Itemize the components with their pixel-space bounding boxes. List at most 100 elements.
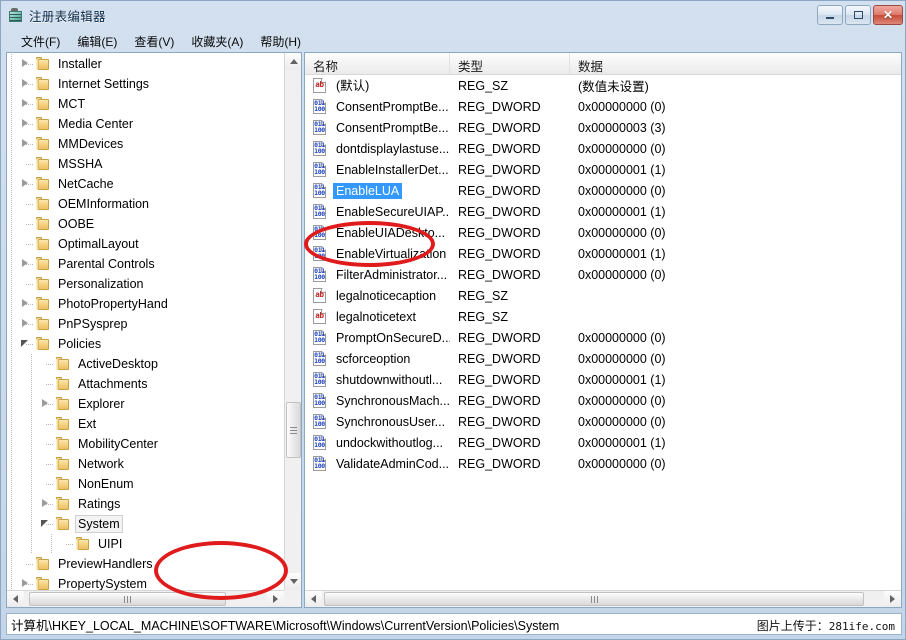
table-row[interactable]: 011100EnableVirtualizationREG_DWORD0x000… [305,243,901,264]
menu-edit[interactable]: 编辑(E) [69,31,126,52]
tree-item-personalization[interactable]: Personalization [7,274,284,294]
folder-icon [54,516,71,532]
tree-scroll-down-button[interactable] [285,573,302,590]
table-row[interactable]: ab(默认)REG_SZ(数值未设置) [305,75,901,96]
table-row[interactable]: ablegalnoticecaptionREG_SZ [305,285,901,306]
table-row[interactable]: ablegalnoticetextREG_SZ [305,306,901,327]
tree-item-label: Policies [55,336,104,352]
table-row[interactable]: 011100SynchronousMach...REG_DWORD0x00000… [305,390,901,411]
tree-leaf-spacer [19,234,34,254]
tree-scroll-left-button[interactable] [7,591,24,607]
tree-guide-line [11,214,12,234]
tree-item-internet-settings[interactable]: Internet Settings [7,74,284,94]
column-header-data[interactable]: 数据 [570,53,901,74]
table-row[interactable]: 011100scforceoptionREG_DWORD0x00000000 (… [305,348,901,369]
column-header-name[interactable]: 名称 [305,53,450,74]
title-bar[interactable]: 注册表编辑器 ✕ [1,1,906,30]
tree-item-previewhandlers[interactable]: PreviewHandlers [7,554,284,574]
tree-horizontal-scrollbar[interactable] [7,590,284,607]
column-header-type[interactable]: 类型 [450,53,570,74]
value-name-cell: 011100SynchronousUser... [305,414,450,430]
tree-expand-collapsed-icon[interactable] [39,394,54,414]
tree-connector [46,384,54,385]
tree-item-attachments[interactable]: Attachments [7,374,284,394]
tree-expand-collapsed-icon[interactable] [19,574,34,590]
table-row[interactable]: 011100EnableInstallerDet...REG_DWORD0x00… [305,159,901,180]
tree-expand-collapsed-icon[interactable] [39,494,54,514]
tree-item-ext[interactable]: Ext [7,414,284,434]
tree-item-explorer[interactable]: Explorer [7,394,284,414]
value-data-cell: 0x00000000 (0) [570,331,890,345]
tree-item-propertysystem[interactable]: PropertySystem [7,574,284,590]
tree-item-mssha[interactable]: MSSHA [7,154,284,174]
tree-item-photopropertyhand[interactable]: PhotoPropertyHand [7,294,284,314]
tree-guide-line [11,454,12,474]
tree-item-optimallayout[interactable]: OptimalLayout [7,234,284,254]
table-row[interactable]: 011100shutdownwithoutl...REG_DWORD0x0000… [305,369,901,390]
tree-guide-line [11,274,12,294]
grip-icon [124,596,131,603]
tree-item-parental-controls[interactable]: Parental Controls [7,254,284,274]
tree-expand-expanded-icon[interactable] [39,514,54,534]
tree-item-installer[interactable]: Installer [7,54,284,74]
tree-vertical-scrollbar[interactable] [284,53,301,590]
tree-item-mobilitycenter[interactable]: MobilityCenter [7,434,284,454]
tree-item-media-center[interactable]: Media Center [7,114,284,134]
tree-expand-collapsed-icon[interactable] [19,134,34,154]
tree-item-system[interactable]: System [7,514,284,534]
chevron-down-icon [290,579,298,584]
tree-item-uipi[interactable]: UIPI [7,534,284,554]
table-row[interactable]: 011100ValidateAdminCod...REG_DWORD0x0000… [305,453,901,474]
table-row[interactable]: 011100EnableLUAREG_DWORD0x00000000 (0) [305,180,901,201]
tree-expand-collapsed-icon[interactable] [19,54,34,74]
menu-view[interactable]: 查看(V) [126,31,183,52]
tree-hscroll-thumb[interactable] [29,592,226,606]
tree-expand-collapsed-icon[interactable] [19,74,34,94]
table-row[interactable]: 011100SynchronousUser...REG_DWORD0x00000… [305,411,901,432]
tree-vscroll-thumb[interactable] [286,402,301,458]
tree-connector [26,224,34,225]
minimize-button[interactable] [817,5,843,25]
table-row[interactable]: 011100EnableSecureUIAP...REG_DWORD0x0000… [305,201,901,222]
table-row[interactable]: 011100undockwithoutlog...REG_DWORD0x0000… [305,432,901,453]
list-hscroll-thumb[interactable] [324,592,864,606]
tree-item-nonenum[interactable]: NonEnum [7,474,284,494]
tree-item-pnpsysprep[interactable]: PnPSysprep [7,314,284,334]
table-row[interactable]: 011100ConsentPromptBe...REG_DWORD0x00000… [305,96,901,117]
list-horizontal-scrollbar[interactable] [305,590,901,607]
tree-item-ratings[interactable]: Ratings [7,494,284,514]
tree-item-label: NonEnum [75,476,137,492]
menu-help[interactable]: 帮助(H) [252,31,310,52]
tree-item-mmdevices[interactable]: MMDevices [7,134,284,154]
menu-file[interactable]: 文件(F) [13,31,69,52]
maximize-button[interactable] [845,5,871,25]
table-row[interactable]: 011100FilterAdministrator...REG_DWORD0x0… [305,264,901,285]
tree-scroll-right-button[interactable] [267,591,284,607]
tree-expand-expanded-icon[interactable] [19,334,34,354]
close-button[interactable]: ✕ [873,5,903,25]
tree-item-netcache[interactable]: NetCache [7,174,284,194]
tree-item-network[interactable]: Network [7,454,284,474]
table-row[interactable]: 011100PromptOnSecureD...REG_DWORD0x00000… [305,327,901,348]
table-row[interactable]: 011100EnableUIADeskto...REG_DWORD0x00000… [305,222,901,243]
tree-expand-collapsed-icon[interactable] [19,254,34,274]
tree-item-policies[interactable]: Policies [7,334,284,354]
tree-item-activedesktop[interactable]: ActiveDesktop [7,354,284,374]
tree-expand-collapsed-icon[interactable] [19,174,34,194]
table-row[interactable]: 011100dontdisplaylastuse...REG_DWORD0x00… [305,138,901,159]
tree-expand-collapsed-icon[interactable] [19,114,34,134]
tree-viewport[interactable]: InstallerInternet SettingsMCTMedia Cente… [7,53,284,590]
value-data-cell: 0x00000000 (0) [570,226,890,240]
list-scroll-left-button[interactable] [305,591,322,607]
tree-scroll-up-button[interactable] [285,53,302,70]
menu-favorites[interactable]: 收藏夹(A) [183,31,252,52]
values-list[interactable]: ab(默认)REG_SZ(数值未设置)011100ConsentPromptBe… [305,75,901,590]
tree-item-oeminformation[interactable]: OEMInformation [7,194,284,214]
tree-expand-collapsed-icon[interactable] [19,94,34,114]
list-scroll-right-button[interactable] [884,591,901,607]
tree-expand-collapsed-icon[interactable] [19,314,34,334]
tree-expand-collapsed-icon[interactable] [19,294,34,314]
tree-item-mct[interactable]: MCT [7,94,284,114]
table-row[interactable]: 011100ConsentPromptBe...REG_DWORD0x00000… [305,117,901,138]
tree-item-oobe[interactable]: OOBE [7,214,284,234]
